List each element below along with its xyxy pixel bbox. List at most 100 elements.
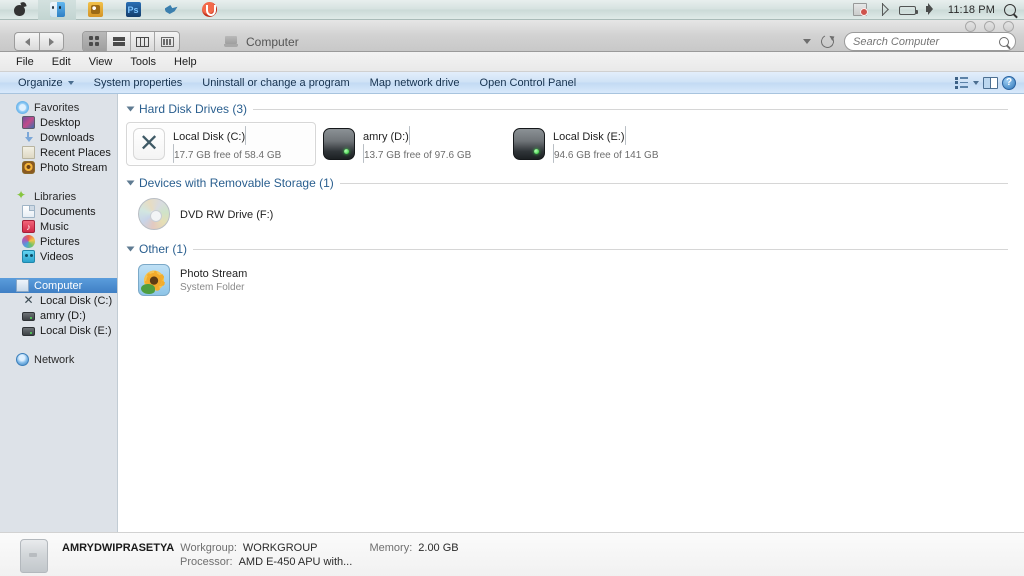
folder-info: Photo Stream System Folder	[180, 268, 247, 293]
device-item-dvd-rw-drive[interactable]: DVD RW Drive (F:)	[132, 194, 342, 234]
navigation-sidebar[interactable]: Favorites Desktop Downloads Recent Place…	[0, 94, 118, 532]
clock[interactable]: 11:18 PM	[948, 4, 995, 16]
sidebar-item-music[interactable]: ♪ Music	[0, 219, 117, 234]
window-toolbar: Computer	[0, 20, 1024, 52]
sidebar-item-local-disk-c[interactable]: ✕ Local Disk (C:)	[0, 293, 117, 308]
sidebar-item-pictures[interactable]: Pictures	[0, 234, 117, 249]
bluetooth-icon[interactable]	[876, 3, 890, 16]
icon-view-button[interactable]	[83, 32, 107, 51]
photo-stream-folder-icon	[138, 264, 170, 296]
sidebar-item-photo-stream[interactable]: Photo Stream	[0, 160, 117, 175]
folder-app-button[interactable]	[76, 0, 114, 20]
chevron-down-icon[interactable]	[803, 39, 811, 44]
drive-name: Local Disk (E:)	[553, 130, 625, 143]
search-input[interactable]	[853, 35, 993, 48]
volume-icon[interactable]	[925, 3, 939, 16]
preview-pane-icon[interactable]	[983, 76, 998, 89]
bird-icon	[164, 2, 179, 17]
sidebar-label: Desktop	[40, 116, 81, 129]
drive-free-space: 13.7 GB free of 97.6 GB	[364, 149, 472, 161]
chevron-down-icon	[126, 246, 135, 252]
documents-icon	[22, 205, 35, 218]
folder-type: System Folder	[180, 281, 245, 293]
sidebar-group-favorites[interactable]: Favorites	[0, 100, 117, 115]
menu-tools[interactable]: Tools	[122, 54, 164, 70]
menu-help[interactable]: Help	[166, 54, 205, 70]
system-properties-button[interactable]: System properties	[84, 74, 193, 92]
sidebar-item-network[interactable]: Network	[0, 352, 117, 367]
grid-icon	[89, 36, 100, 47]
coverflow-view-button[interactable]	[155, 32, 179, 51]
sidebar-item-videos[interactable]: Videos	[0, 249, 117, 264]
drive-item-local-disk-e[interactable]: Local Disk (E:) 94.6 GB free of 141 GB	[506, 122, 696, 166]
sidebar-label: Music	[40, 220, 69, 233]
sidebar-group-libraries[interactable]: Libraries	[0, 188, 117, 204]
photoshop-app-button[interactable]: Ps	[114, 0, 152, 20]
folder-item-photo-stream[interactable]: Photo Stream System Folder	[132, 260, 342, 300]
organize-label: Organize	[18, 76, 63, 89]
status-line-2: Processor: AMD E-450 APU with...	[62, 556, 459, 568]
twitter-app-button[interactable]	[152, 0, 190, 20]
drive-item-local-disk-c[interactable]: ✕ Local Disk (C:) 17.7 GB free of 58.4 G…	[126, 122, 316, 166]
computer-icon	[16, 279, 29, 292]
device-info: DVD RW Drive (F:)	[180, 205, 273, 223]
sidebar-item-documents[interactable]: Documents	[0, 204, 117, 219]
spotlight-search-icon[interactable]	[1004, 3, 1016, 16]
back-button[interactable]	[14, 32, 39, 51]
sidebar-item-computer[interactable]: Computer	[0, 278, 117, 293]
sidebar-item-downloads[interactable]: Downloads	[0, 130, 117, 145]
zoom-button[interactable]	[1003, 21, 1014, 32]
section-header-other[interactable]: Other (1)	[126, 240, 1024, 258]
pictures-icon	[22, 235, 35, 248]
section-header-hard-disk-drives[interactable]: Hard Disk Drives (3)	[126, 100, 1024, 118]
sidebar-item-local-disk-e[interactable]: Local Disk (E:)	[0, 323, 117, 338]
hard-disk-icon	[513, 128, 545, 160]
chevron-down-icon	[67, 80, 74, 85]
menu-file[interactable]: File	[8, 54, 42, 70]
organize-button[interactable]: Organize	[8, 74, 84, 92]
apple-menu-button[interactable]	[0, 0, 38, 20]
close-button[interactable]	[965, 21, 976, 32]
finder-app-button[interactable]	[38, 0, 76, 20]
navigation-buttons	[14, 32, 64, 51]
battery-icon[interactable]	[898, 6, 918, 15]
columns-icon	[136, 36, 149, 47]
sidebar-item-recent-places[interactable]: Recent Places	[0, 145, 117, 160]
list-view-button[interactable]	[107, 32, 131, 51]
list-icon	[112, 37, 125, 46]
uninstall-or-change-program-button[interactable]: Uninstall or change a program	[192, 74, 359, 92]
section-header-removable-storage[interactable]: Devices with Removable Storage (1)	[126, 174, 1024, 192]
explorer-window: Computer File Edit View Tools Help Organ…	[0, 20, 1024, 576]
map-network-drive-button[interactable]: Map network drive	[360, 74, 470, 92]
search-box[interactable]	[844, 32, 1016, 51]
sidebar-item-desktop[interactable]: Desktop	[0, 115, 117, 130]
change-view-icon[interactable]	[955, 76, 969, 89]
memory-label: Memory:	[369, 541, 413, 554]
drive-info: amry (D:) 13.7 GB free of 97.6 GB	[363, 125, 499, 163]
chevron-down-icon[interactable]	[973, 80, 979, 85]
menu-bar-app-icons: Ps	[0, 0, 228, 20]
photoshop-icon: Ps	[125, 2, 141, 17]
minimize-button[interactable]	[984, 21, 995, 32]
help-icon[interactable]: ?	[1002, 75, 1016, 90]
disk-x-icon: ✕	[133, 128, 165, 160]
sidebar-item-amry-d[interactable]: amry (D:)	[0, 308, 117, 323]
sidebar-label: Local Disk (E:)	[40, 324, 112, 337]
open-control-panel-button[interactable]: Open Control Panel	[470, 74, 587, 92]
vivaldi-icon	[201, 2, 217, 17]
column-view-button[interactable]	[131, 32, 155, 51]
refresh-icon[interactable]	[819, 33, 836, 50]
menu-view[interactable]: View	[81, 54, 121, 70]
forward-button[interactable]	[39, 32, 64, 51]
finder-icon	[49, 2, 65, 17]
input-flag-icon[interactable]	[852, 3, 868, 16]
disk-x-icon: ✕	[23, 293, 34, 307]
vivaldi-app-button[interactable]	[190, 0, 228, 20]
divider	[253, 108, 1008, 110]
hard-disk-icon	[22, 327, 35, 336]
status-bar: AMRYDWIPRASETYA Workgroup: WORKGROUP Mem…	[0, 532, 1024, 576]
sidebar-label: Libraries	[34, 190, 77, 203]
drive-item-amry-d[interactable]: amry (D:) 13.7 GB free of 97.6 GB	[316, 122, 506, 166]
menu-edit[interactable]: Edit	[44, 54, 79, 70]
